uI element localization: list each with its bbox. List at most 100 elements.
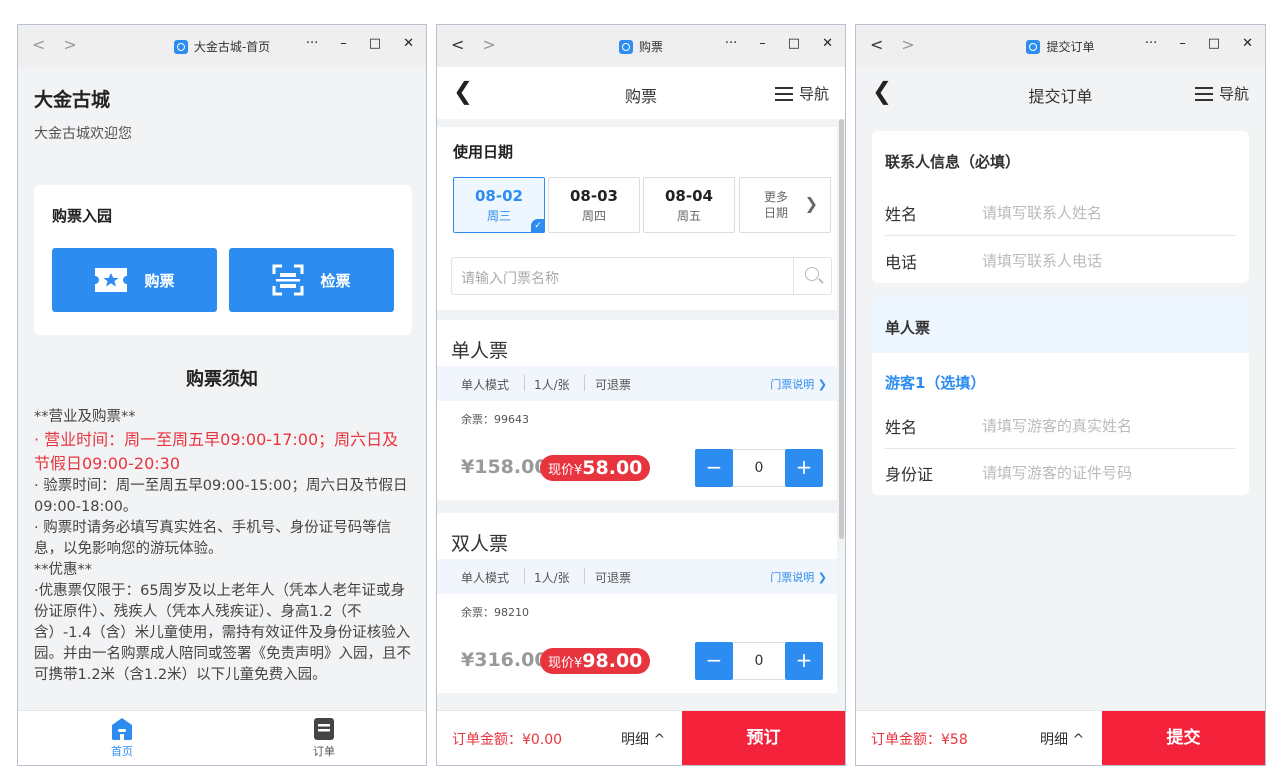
app-icon <box>173 40 188 54</box>
order-icon <box>314 718 334 740</box>
ticket-info-label: 门票说明 <box>770 571 815 584</box>
current-price-label: 现价¥ <box>548 463 583 478</box>
ticket-remaining: 余票：98210 <box>461 606 529 619</box>
ticket-original-price: ¥158.00 <box>461 456 548 478</box>
close-icon[interactable]: ✕ <box>403 36 414 51</box>
book-button[interactable]: 预订 <box>682 711 845 765</box>
quantity-value[interactable]: 0 <box>733 642 785 680</box>
ticket-card: 单人票 单人模式 1人/张 可退票 门票说明 ❯ 余票：99643 ¥158.0… <box>437 320 837 500</box>
date-weekday: 周五 <box>676 209 701 223</box>
app-icon <box>1026 40 1041 54</box>
quantity-value[interactable]: 0 <box>733 449 785 487</box>
increase-button[interactable]: + <box>785 449 823 487</box>
increase-button[interactable]: + <box>785 642 823 680</box>
detail-toggle[interactable]: 明细 ^ <box>1040 729 1084 749</box>
nav-menu-button[interactable]: 导航 <box>1194 83 1249 104</box>
buy-ticket-button[interactable]: 购票 <box>52 248 217 312</box>
more-icon[interactable]: ··· <box>306 36 318 51</box>
ticket-mode: 单人模式 <box>461 378 510 392</box>
guest-id-row: 身份证 请填写游客的证件号码 <box>885 449 1236 495</box>
menu-icon <box>1194 86 1213 101</box>
ticket-info-link[interactable]: 门票说明 ❯ <box>770 376 827 392</box>
close-icon[interactable]: ✕ <box>1242 36 1253 51</box>
window-submit-order: < > 提交订单 ··· – □ ✕ ❮ 提交订单 导航 联系人信息（必填） 姓… <box>855 24 1266 766</box>
detail-toggle[interactable]: 明细 ^ <box>621 729 665 749</box>
site-welcome: 大金古城欢迎您 <box>34 126 132 142</box>
window-title-text: 购票 <box>638 40 663 54</box>
order-bar: 订单金额：¥58 明细 ^ 提交 <box>856 710 1265 765</box>
ticket-info-link[interactable]: 门票说明 ❯ <box>770 569 827 585</box>
current-price-value: 98.00 <box>582 650 643 672</box>
ticket-head: 单人票 <box>872 297 1249 353</box>
more-icon[interactable]: ··· <box>1145 36 1157 51</box>
tab-order[interactable]: 订单 <box>294 717 354 759</box>
ticket-card: 双人票 单人模式 1人/张 可退票 门票说明 ❯ 余票：98210 ¥316.0… <box>437 513 837 693</box>
minimize-icon[interactable]: – <box>1179 36 1186 51</box>
title-bar: < > 提交订单 ··· – □ ✕ <box>856 25 1265 67</box>
date-weekday: 周四 <box>581 209 606 223</box>
decrease-button[interactable]: − <box>695 642 733 680</box>
submit-button[interactable]: 提交 <box>1102 711 1265 765</box>
buy-entry-card: 购票入园 购票 检票 <box>34 185 412 335</box>
more-icon[interactable]: ··· <box>725 36 737 51</box>
tab-home[interactable]: 首页 <box>92 717 152 759</box>
guest-name-input[interactable]: 请填写游客的真实姓名 <box>982 415 1132 436</box>
tab-order-label: 订单 <box>313 745 335 758</box>
chevron-right-icon: ❯ <box>804 194 818 213</box>
title-bar: < > 大金古城-首页 ··· – □ ✕ <box>18 25 426 67</box>
quantity-stepper: − 0 + <box>695 642 823 680</box>
ticket-search[interactable]: 请输入门票名称 <box>451 257 832 295</box>
tab-home-label: 首页 <box>111 745 133 758</box>
window-controls: ··· – □ ✕ <box>725 36 833 51</box>
scrollbar[interactable] <box>839 119 844 539</box>
check-ticket-label: 检票 <box>320 271 351 290</box>
title-bar: < > 购票 ··· – □ ✕ <box>437 25 845 67</box>
guest-id-label: 身份证 <box>885 465 934 484</box>
minimize-icon[interactable]: – <box>759 36 766 51</box>
notice-line: **营业及购票** <box>34 409 136 425</box>
search-input[interactable]: 请输入门票名称 <box>461 268 559 288</box>
maximize-icon[interactable]: □ <box>1208 36 1220 51</box>
order-bar: 订单金额：¥0.00 明细 ^ 预订 <box>437 710 845 765</box>
search-icon[interactable] <box>793 258 831 294</box>
site-title: 大金古城 <box>34 89 111 111</box>
page-header: ❮ 提交订单 导航 <box>856 67 1265 119</box>
decrease-button[interactable]: − <box>695 449 733 487</box>
window-controls: ··· – □ ✕ <box>306 36 414 51</box>
ticket-refund: 可退票 <box>595 378 632 392</box>
notice-line-hours: · 营业时间：周一至周五早09:00-17:00；周六日及节假日09:00-20… <box>34 430 399 473</box>
date-option[interactable]: 08-03 周四 <box>548 177 640 233</box>
notice-line: **优惠** <box>34 562 92 578</box>
contact-phone-input[interactable]: 请填写联系人电话 <box>982 250 1102 271</box>
maximize-icon[interactable]: □ <box>369 36 381 51</box>
order-amount: 订单金额：¥58 <box>871 732 968 748</box>
guest-name-row: 姓名 请填写游客的真实姓名 <box>885 399 1236 449</box>
date-option[interactable]: 08-04 周五 <box>643 177 735 233</box>
ticket-per: 1人/张 <box>534 571 570 585</box>
maximize-icon[interactable]: □ <box>788 36 800 51</box>
date-label: 使用日期 <box>453 143 514 161</box>
ticket-tags: 单人模式 1人/张 可退票 门票说明 ❯ <box>437 366 837 401</box>
buy-entry-title: 购票入园 <box>52 207 113 225</box>
more-dates-label: 更多日期 <box>764 190 789 220</box>
ticket-name: 单人票 <box>451 340 509 362</box>
ticket-current-price: 现价¥98.00 <box>540 648 651 674</box>
ticket-original-price: ¥316.00 <box>461 649 548 671</box>
guest-id-input[interactable]: 请填写游客的证件号码 <box>982 462 1132 483</box>
buy-ticket-label: 购票 <box>144 271 175 290</box>
app-icon <box>618 40 633 54</box>
check-ticket-button[interactable]: 检票 <box>229 248 394 312</box>
nav-label: 导航 <box>798 85 829 103</box>
more-dates-button[interactable]: 更多日期 ❯ <box>739 177 831 233</box>
divider <box>524 568 525 584</box>
contact-name-input[interactable]: 请填写联系人姓名 <box>982 202 1102 223</box>
minimize-icon[interactable]: – <box>340 36 347 51</box>
close-icon[interactable]: ✕ <box>822 36 833 51</box>
nav-menu-button[interactable]: 导航 <box>774 83 829 104</box>
ticket-remaining: 余票：99643 <box>461 413 529 426</box>
date-picker-card: 使用日期 08-02 周三 08-03 周四 08-04 周五 更多日期 ❯ 请输入门票… <box>437 127 837 310</box>
guest-head: 游客1（选填） <box>885 374 986 392</box>
date-option[interactable]: 08-02 周三 <box>453 177 545 233</box>
date-value: 08-04 <box>665 187 713 205</box>
current-price-label: 现价¥ <box>548 656 583 671</box>
